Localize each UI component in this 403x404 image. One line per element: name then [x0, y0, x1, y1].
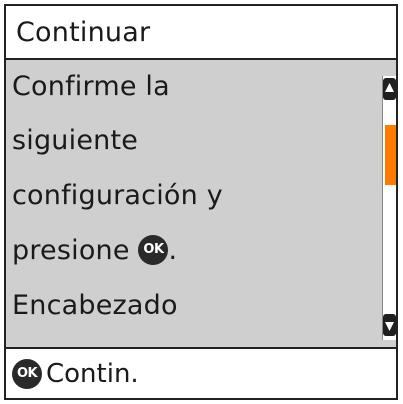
message-line-4-text: presione: [12, 235, 130, 266]
ok-button-icon: OK: [138, 234, 169, 265]
message-line-2: siguiente: [12, 125, 139, 156]
continue-label: Contin.: [46, 359, 139, 389]
message-line-1: Confirme la: [12, 71, 170, 102]
scroll-down-arrow-icon[interactable]: [382, 313, 397, 337]
bottom-action-bar: OK Contin.: [6, 347, 396, 398]
message-line-4-suffix: .: [168, 235, 178, 266]
message-line-4: presione OK.: [12, 234, 177, 268]
message-panel: Confirme la siguiente configuración y pr…: [6, 60, 396, 347]
scroll-up-arrow-icon[interactable]: [382, 77, 397, 101]
message-line-3: configuración y: [12, 180, 223, 211]
title-bar: Continuar: [4, 4, 398, 60]
scrollbar[interactable]: [382, 76, 399, 340]
scroll-thumb[interactable]: [385, 124, 398, 185]
ok-icon: OK: [12, 359, 42, 389]
screen-title: Continuar: [16, 17, 151, 48]
continue-action[interactable]: OK Contin.: [12, 358, 139, 390]
printer-lcd-screen: Continuar Confirme la siguiente configur…: [0, 0, 403, 404]
message-line-5: Encabezado: [12, 290, 178, 321]
